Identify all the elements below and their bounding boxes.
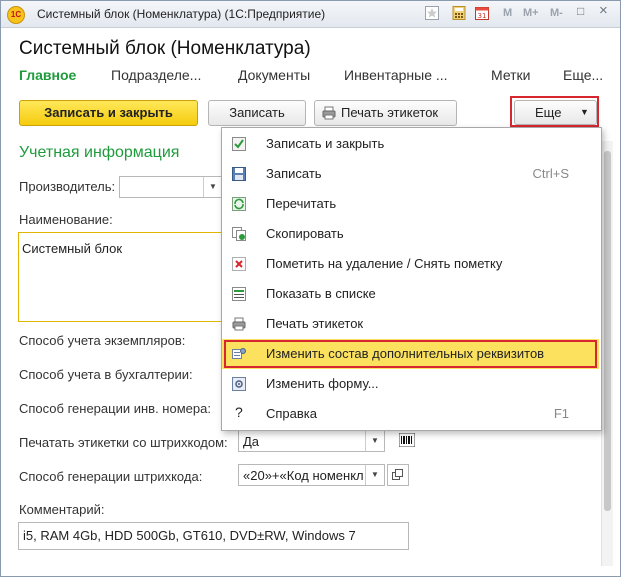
more-button[interactable]: Еще ▼	[514, 100, 597, 125]
calculator-icon[interactable]	[452, 6, 466, 20]
menu-item-reload[interactable]: Перечитать	[222, 189, 599, 219]
save-close-button[interactable]: Записать и закрыть	[19, 100, 198, 126]
comment-input[interactable]: i5, RAM 4Gb, HDD 500Gb, GT610, DVD±RW, W…	[18, 522, 409, 550]
memory-plus-button[interactable]: M+	[523, 7, 539, 19]
print-barcode-select[interactable]: Да ▼	[238, 430, 385, 452]
tab-main[interactable]: Главное	[19, 67, 76, 83]
copy-icon	[232, 227, 246, 241]
window-title: Системный блок (Номенклатура) (1С:Предпр…	[37, 7, 326, 21]
menu-item-label: Печать этикеток	[266, 316, 364, 331]
printer-icon	[322, 106, 336, 120]
menu-item-label: Изменить форму...	[266, 376, 379, 391]
save-close-icon	[232, 137, 246, 151]
menu-item-label: Перечитать	[266, 196, 337, 211]
menu-item-label: Изменить состав дополнительных реквизито…	[266, 346, 545, 361]
memory-m-button[interactable]: M	[503, 7, 512, 19]
help-icon: ?	[235, 404, 243, 420]
barcode-gen-select[interactable]: «20»+«Код номенкл ▼	[238, 464, 385, 486]
tab-more[interactable]: Еще...	[563, 67, 603, 83]
scrollbar-thumb[interactable]	[604, 151, 611, 511]
form-settings-icon	[232, 377, 246, 391]
menu-item-label: Справка	[266, 406, 317, 421]
name-value: Системный блок	[22, 241, 123, 256]
inv-gen-label: Способ генерации инв. номера:	[19, 401, 211, 416]
menu-item-copy[interactable]: Скопировать	[222, 219, 599, 249]
menu-item-label: Записать и закрыть	[266, 136, 385, 151]
printer-icon	[232, 317, 246, 331]
menu-item-label: Показать в списке	[266, 286, 376, 301]
menu-item-edit-form[interactable]: Изменить форму...	[222, 369, 599, 399]
close-button[interactable]: ×	[599, 2, 608, 19]
attributes-icon	[232, 348, 246, 359]
open-button[interactable]	[387, 464, 409, 486]
title-bar: 1C Системный блок (Номенклатура) (1С:Пре…	[1, 1, 620, 28]
save-button[interactable]: Записать	[208, 100, 306, 126]
print-barcode-label: Печатать этикетки со штрихкодом:	[19, 435, 228, 450]
menu-item-label: Скопировать	[266, 226, 344, 241]
floppy-icon	[232, 167, 246, 181]
manufacturer-label: Производитель:	[19, 179, 116, 194]
1c-logo-icon[interactable]: 1C	[7, 6, 25, 24]
memory-minus-button[interactable]: M-	[550, 7, 563, 19]
svg-text:31: 31	[478, 12, 487, 20]
print-labels-button[interactable]: Печать этикеток	[314, 100, 457, 126]
menu-item-shortcut: F1	[553, 406, 569, 421]
delete-mark-icon	[232, 257, 246, 271]
reload-icon	[232, 197, 246, 211]
barcode-icon[interactable]	[399, 433, 415, 447]
tab-documents[interactable]: Документы	[238, 67, 310, 83]
favorite-star-icon[interactable]	[425, 6, 439, 20]
app-window: 1C Системный блок (Номенклатура) (1С:Пре…	[0, 0, 621, 577]
more-button-label: Еще	[535, 105, 562, 120]
barcode-gen-label: Способ генерации штрихкода:	[19, 469, 203, 484]
menu-item-save-close[interactable]: Записать и закрыть	[222, 129, 599, 159]
name-label: Наименование:	[19, 212, 113, 227]
form-title: Системный блок (Номенклатура)	[19, 38, 311, 59]
menu-item-help[interactable]: ? Справка F1	[222, 399, 599, 429]
comment-label: Комментарий:	[19, 502, 105, 517]
menu-item-mark-delete[interactable]: Пометить на удаление / Снять пометку	[222, 249, 599, 279]
calendar-icon[interactable]: 31	[475, 6, 489, 20]
print-barcode-value: Да	[243, 434, 260, 449]
tab-divisions[interactable]: Подразделе...	[111, 67, 201, 83]
menu-item-label: Записать	[266, 166, 322, 181]
chevron-down-icon[interactable]: ▼	[203, 177, 222, 197]
barcode-gen-value: «20»+«Код номенкл	[243, 468, 364, 483]
menu-item-print-labels[interactable]: Печать этикеток	[222, 309, 599, 339]
maximize-button[interactable]: □	[577, 4, 584, 18]
more-menu: Записать и закрыть Записать Ctrl+S Переч…	[221, 127, 602, 431]
copy-method-label: Способ учета экземпляров:	[19, 333, 186, 348]
menu-item-show-in-list[interactable]: Показать в списке	[222, 279, 599, 309]
menu-item-shortcut: Ctrl+S	[532, 166, 569, 181]
menu-item-label: Пометить на удаление / Снять пометку	[266, 256, 503, 271]
menu-item-edit-attributes[interactable]: Изменить состав дополнительных реквизито…	[222, 339, 599, 369]
menu-item-save[interactable]: Записать Ctrl+S	[222, 159, 599, 189]
tab-inventory[interactable]: Инвентарные ...	[344, 67, 448, 83]
vertical-scrollbar[interactable]	[601, 141, 613, 566]
section-title: Учетная информация	[19, 144, 180, 161]
more-button-highlight-frame: Еще ▼	[510, 96, 599, 127]
tab-tags[interactable]: Метки	[491, 67, 531, 83]
chevron-down-icon: ▼	[580, 107, 589, 117]
open-window-icon	[392, 469, 403, 480]
chevron-down-icon[interactable]: ▼	[365, 465, 384, 485]
print-labels-label: Печать этикеток	[341, 105, 439, 120]
comment-value: i5, RAM 4Gb, HDD 500Gb, GT610, DVD±RW, W…	[23, 528, 356, 543]
accounting-method-label: Способ учета в бухгалтерии:	[19, 367, 193, 382]
show-in-list-icon	[232, 287, 246, 301]
chevron-down-icon[interactable]: ▼	[365, 431, 384, 451]
manufacturer-input[interactable]: ▼	[119, 176, 223, 198]
name-textarea[interactable]: Системный блок	[18, 232, 228, 322]
